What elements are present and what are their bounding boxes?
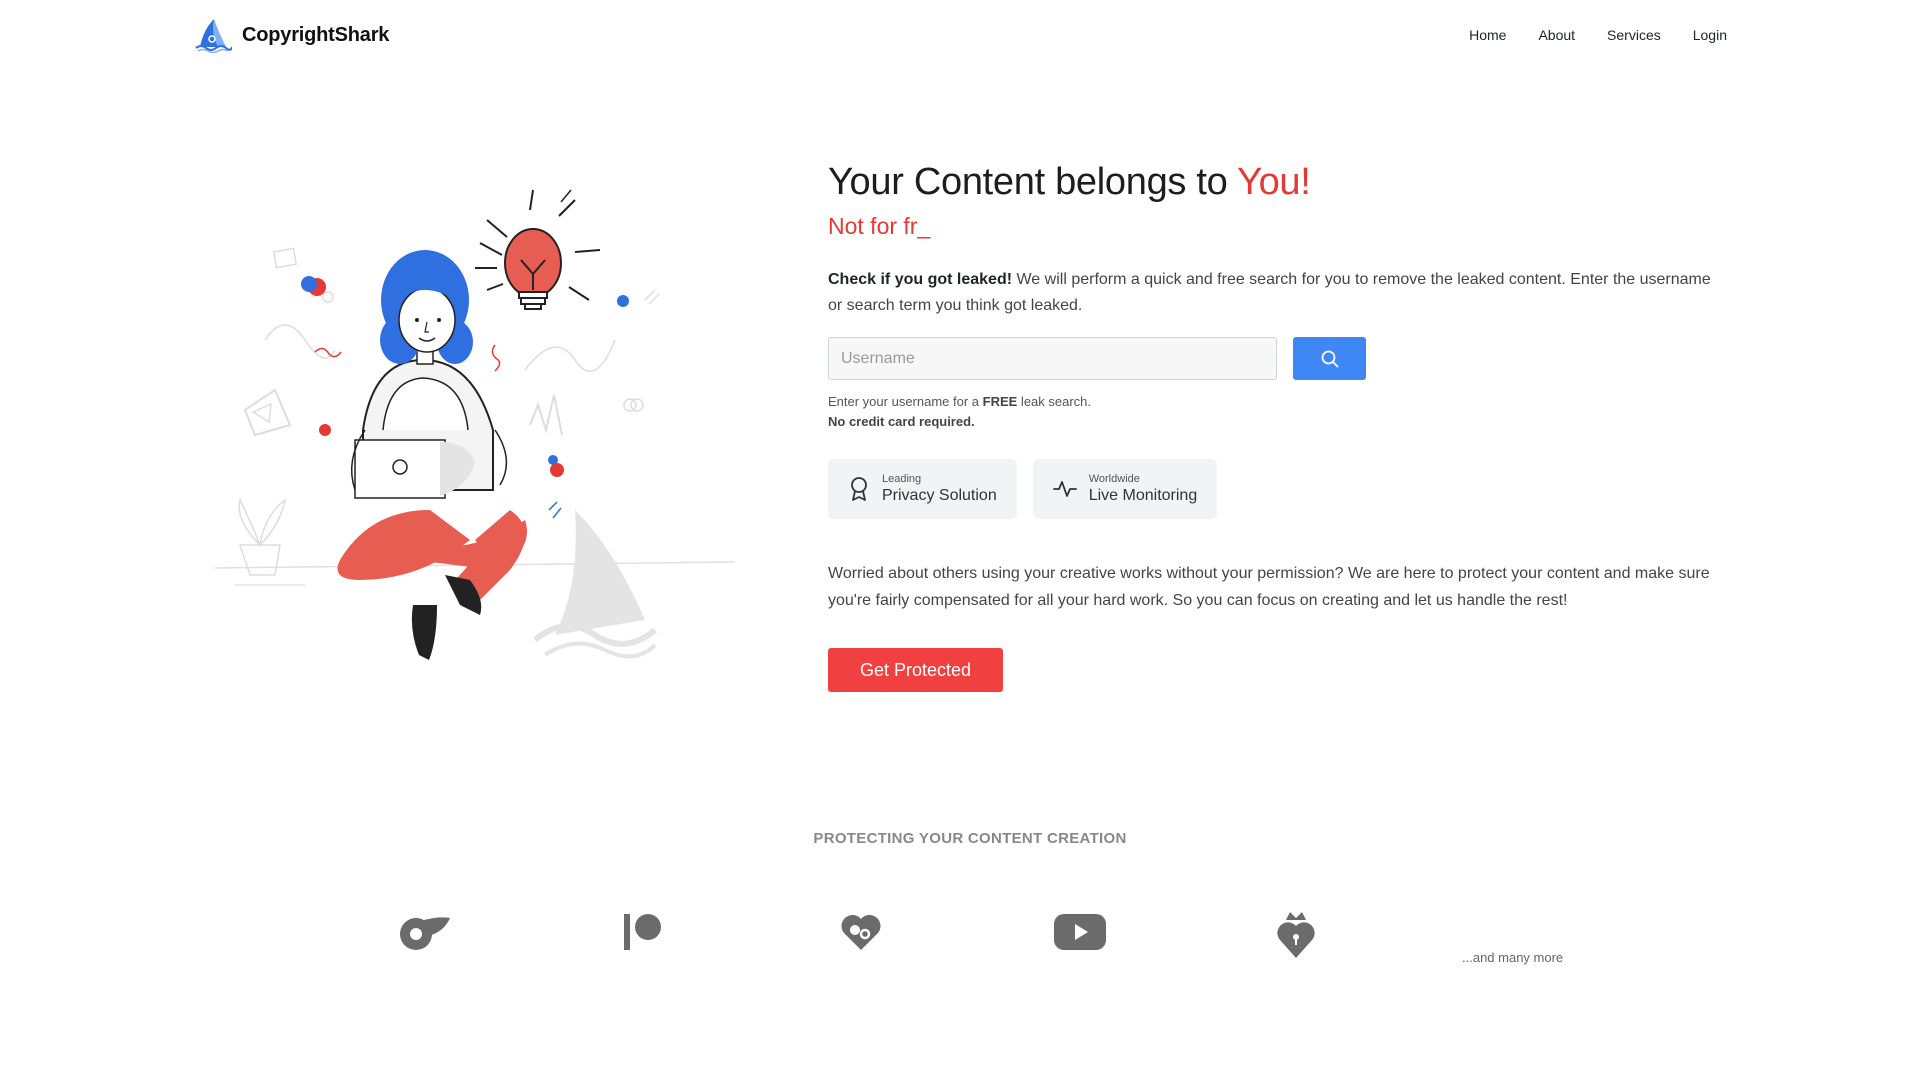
badge-monitoring-text: Worldwide Live Monitoring [1089, 473, 1198, 505]
hint-free: FREE [982, 394, 1018, 410]
search-hint-line1: Enter your username for a FREE leak sear… [828, 392, 1728, 412]
patreon-icon [624, 914, 661, 950]
search-hint-line2: No credit card required. [828, 412, 1728, 432]
nav-about[interactable]: About [1538, 27, 1575, 43]
onlyfans-icon [400, 917, 450, 950]
search-button[interactable] [1293, 337, 1366, 381]
award-icon [851, 477, 867, 502]
badge-privacy-solution: Leading Privacy Solution [828, 459, 1017, 520]
hero-subtitle: Not for fr_ [828, 212, 931, 239]
hint-pre: Enter your username for a [828, 394, 983, 410]
feature-badges: Leading Privacy Solution Worldwide Live … [828, 459, 1728, 520]
search-form [828, 337, 1728, 381]
search-icon [1321, 350, 1338, 368]
shark-fin-logo-icon [195, 19, 232, 53]
badge-monitoring-big: Live Monitoring [1088, 487, 1198, 505]
partners-title: PROTECTING YOUR CONTENT CREATION [813, 830, 1127, 847]
hero-title: Your Content belongs to You! [828, 160, 1728, 206]
hint-no-credit-card: No credit card required. [828, 414, 975, 430]
and-many-more-text: ...and many more [1462, 950, 1564, 965]
nav-login[interactable]: Login [1693, 27, 1727, 43]
nav-services[interactable]: Services [1607, 27, 1661, 43]
main-nav: Home About Services Login [1469, 27, 1727, 43]
partner-logos: ...and many more [0, 910, 1920, 970]
hero-paragraph: Worried about others using your creative… [828, 565, 1710, 610]
hero-illustration [205, 180, 745, 680]
badge-privacy-text: Leading Privacy Solution [882, 473, 997, 505]
royal-heart-icon [1277, 912, 1315, 958]
brand-logo-link[interactable]: CopyrightShark [192, 17, 389, 53]
badge-monitoring-small: Worldwide [1088, 473, 1140, 486]
fansly-icon [841, 914, 881, 950]
hero-description-bold: Check if you got leaked! [828, 271, 1013, 289]
woman-with-laptop-illustration [214, 189, 736, 660]
badge-privacy-small: Leading [882, 473, 922, 486]
site-header: CopyrightShark Home About Services Login [0, 0, 1920, 74]
nav-home[interactable]: Home [1469, 27, 1506, 43]
brand-name: CopyrightShark [242, 23, 390, 46]
badge-live-monitoring: Worldwide Live Monitoring [1032, 459, 1218, 520]
hero-section: Your Content belongs to You! Not for fr_… [828, 160, 1728, 693]
get-protected-button[interactable]: Get Protected [828, 648, 1004, 693]
activity-icon [1052, 481, 1077, 498]
hero-title-main: Your Content belongs to [828, 161, 1238, 203]
search-hint: Enter your username for a FREE leak sear… [828, 392, 1728, 432]
hero-title-accent: You! [1237, 161, 1311, 203]
youtube-icon [1054, 914, 1106, 950]
hint-post: leak search. [1017, 394, 1092, 410]
badge-privacy-big: Privacy Solution [882, 487, 997, 505]
hero-description: Check if you got leaked! We will perform… [828, 267, 1728, 319]
username-input[interactable] [828, 337, 1277, 381]
